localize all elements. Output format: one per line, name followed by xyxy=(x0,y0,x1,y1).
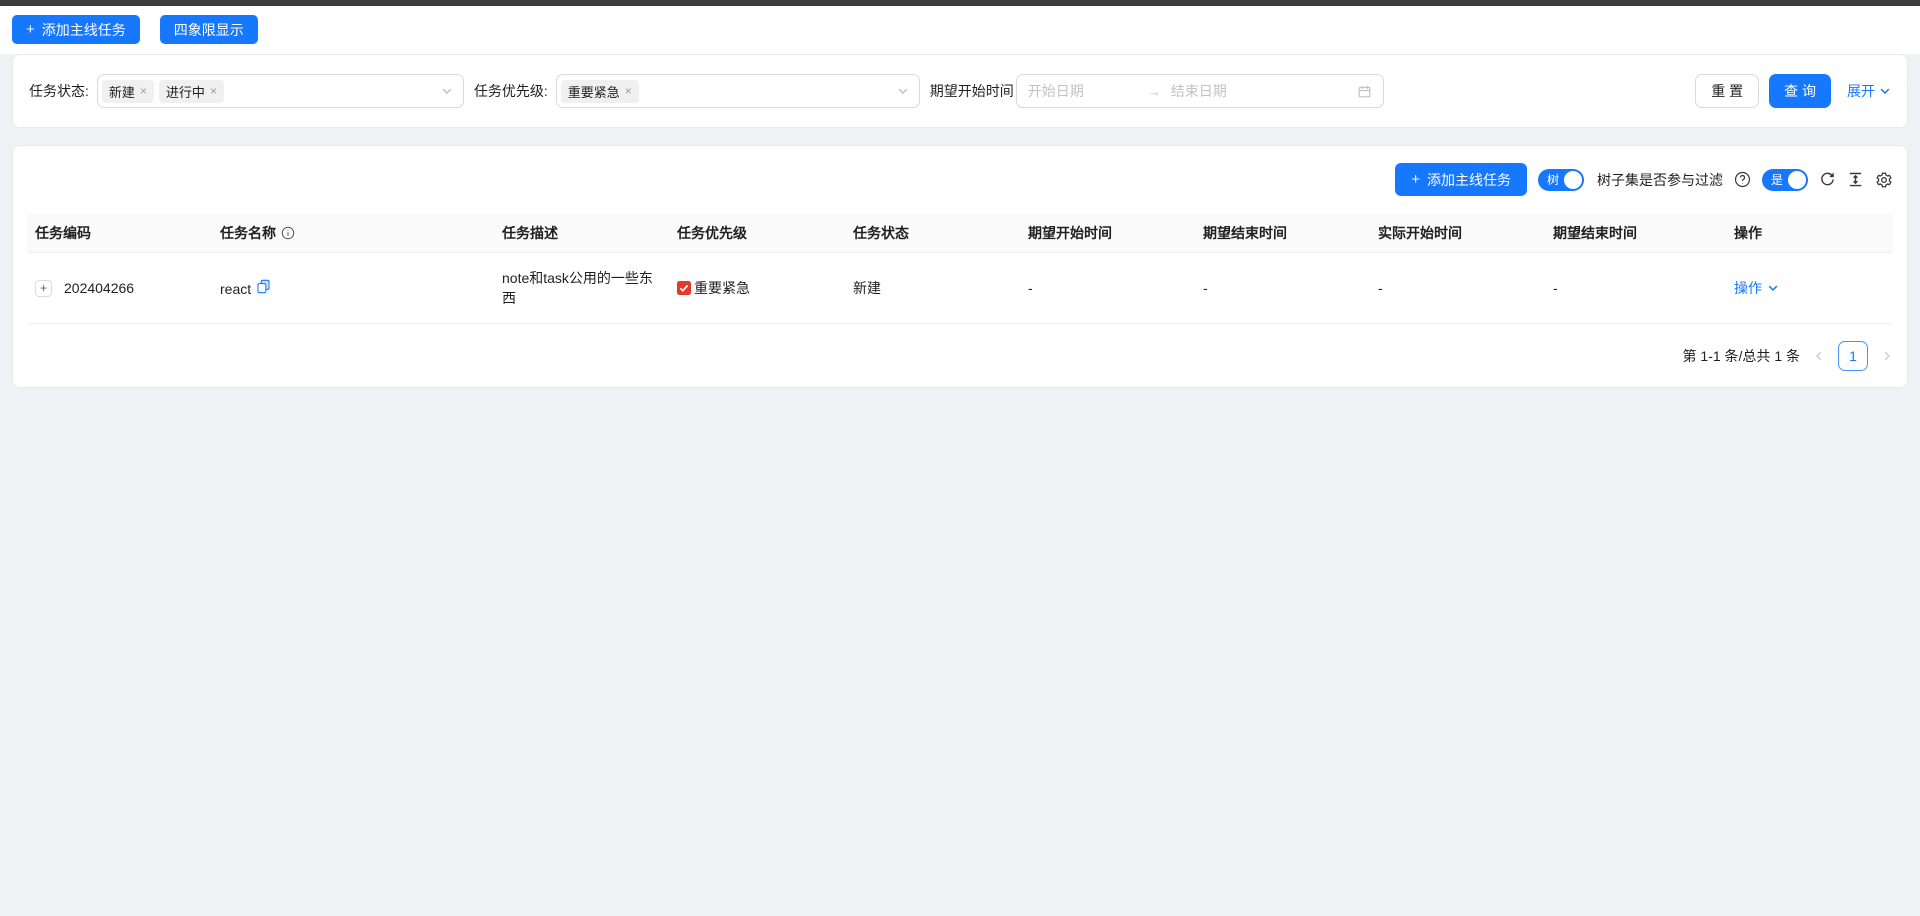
tree-mode-switch[interactable]: 树 xyxy=(1538,169,1584,191)
priority-check-icon xyxy=(677,281,691,295)
previous-page-icon[interactable] xyxy=(1813,350,1825,362)
tag-close-icon[interactable]: × xyxy=(210,85,217,97)
status-select[interactable]: 新建 × 进行中 × xyxy=(97,74,464,108)
header-task-description: 任务描述 xyxy=(494,214,669,253)
cell-task-code: + 202404266 xyxy=(27,253,212,324)
settings-gear-icon[interactable] xyxy=(1875,171,1893,189)
plus-icon: + xyxy=(1411,171,1420,188)
cell-expected-start: - xyxy=(1020,253,1195,324)
chevron-down-icon xyxy=(441,85,453,97)
column-height-icon[interactable] xyxy=(1847,171,1864,188)
header-task-status: 任务状态 xyxy=(845,214,1020,253)
row-expand-button[interactable]: + xyxy=(35,280,52,297)
switch-knob xyxy=(1564,171,1582,189)
add-main-task-table-label: 添加主线任务 xyxy=(1427,170,1511,190)
cell-task-description: note和task公用的一些东西 xyxy=(494,253,669,324)
add-main-task-label: 添加主线任务 xyxy=(42,20,126,40)
info-circle-icon[interactable] xyxy=(281,226,295,240)
calendar-icon xyxy=(1357,84,1372,99)
chevron-down-icon xyxy=(897,85,909,97)
cell-actions: 操作 xyxy=(1726,253,1893,324)
cell-task-priority: 重要紧急 xyxy=(669,253,845,324)
switch-knob xyxy=(1788,171,1806,189)
header-task-priority: 任务优先级 xyxy=(669,214,845,253)
status-filter-label: 任务状态: xyxy=(29,81,89,101)
table-row: + 202404266 react note和task公用的一些东西 xyxy=(27,253,1893,324)
task-code-value: 202404266 xyxy=(64,280,134,296)
task-table-card: + 添加主线任务 树 树子集是否参与过滤 是 xyxy=(12,145,1908,388)
header-expected-end-2: 期望结束时间 xyxy=(1545,214,1726,253)
pagination-total-text: 第 1-1 条/总共 1 条 xyxy=(1683,346,1800,366)
status-tag-new: 新建 × xyxy=(102,80,154,103)
header-expected-end: 期望结束时间 xyxy=(1195,214,1370,253)
header-task-name: 任务名称 xyxy=(212,214,494,253)
cell-actual-start: - xyxy=(1370,253,1545,324)
next-page-icon[interactable] xyxy=(1881,350,1893,362)
page-number-button[interactable]: 1 xyxy=(1838,341,1868,371)
task-table: 任务编码 任务名称 任务描述 任务优先级 任务状态 期望开始时间 期望结束时间 … xyxy=(27,214,1893,324)
cell-task-name: react xyxy=(212,253,494,324)
end-date-input[interactable] xyxy=(1171,83,1289,99)
pagination: 第 1-1 条/总共 1 条 1 xyxy=(27,341,1893,371)
header-actual-start: 实际开始时间 xyxy=(1370,214,1545,253)
cell-expected-end: - xyxy=(1195,253,1370,324)
reset-button[interactable]: 重 置 xyxy=(1695,74,1759,108)
priority-value: 重要紧急 xyxy=(694,278,750,298)
quadrant-display-button[interactable]: 四象限显示 xyxy=(160,15,258,44)
tree-switch-label: 树 xyxy=(1547,171,1559,188)
tag-close-icon[interactable]: × xyxy=(140,85,147,97)
row-action-dropdown[interactable]: 操作 xyxy=(1734,278,1779,298)
copy-icon[interactable] xyxy=(257,279,270,294)
chevron-down-icon xyxy=(1767,282,1779,294)
task-name-value: react xyxy=(220,281,251,297)
tag-close-icon[interactable]: × xyxy=(625,85,632,97)
header-expected-start: 期望开始时间 xyxy=(1020,214,1195,253)
header-actions: 操作 xyxy=(1726,214,1893,253)
chevron-down-icon xyxy=(1879,85,1891,97)
priority-tag-urgent-label: 重要紧急 xyxy=(568,82,620,101)
table-header-row: 任务编码 任务名称 任务描述 任务优先级 任务状态 期望开始时间 期望结束时间 … xyxy=(27,214,1893,253)
filter-card: 任务状态: 新建 × 进行中 × 任务优先级: 重要紧急 × 期望开始时间 → xyxy=(12,54,1908,128)
cell-task-status: 新建 xyxy=(845,253,1020,324)
range-arrow-icon: → xyxy=(1148,84,1161,99)
expected-start-date-range-picker[interactable]: → xyxy=(1016,74,1384,108)
priority-tag-urgent: 重要紧急 × xyxy=(561,80,639,103)
plus-icon: + xyxy=(26,21,35,38)
priority-filter-label: 任务优先级: xyxy=(474,81,548,101)
start-date-input[interactable] xyxy=(1028,83,1146,99)
status-tag-inprogress-label: 进行中 xyxy=(166,82,205,101)
help-circle-icon[interactable] xyxy=(1734,171,1751,188)
add-main-task-button[interactable]: + 添加主线任务 xyxy=(12,15,140,44)
quadrant-display-label: 四象限显示 xyxy=(174,20,244,40)
date-filter-label: 期望开始时间 xyxy=(930,81,1014,101)
status-tag-inprogress: 进行中 × xyxy=(159,80,224,103)
query-button[interactable]: 查 询 xyxy=(1769,74,1831,108)
expand-label: 展开 xyxy=(1847,81,1875,101)
reload-icon[interactable] xyxy=(1819,171,1836,188)
filter-actions: 重 置 查 询 展开 xyxy=(1695,74,1891,108)
priority-select[interactable]: 重要紧急 × xyxy=(556,74,920,108)
top-toolbar: + 添加主线任务 四象限显示 xyxy=(0,6,1920,54)
cell-expected-end-2: - xyxy=(1545,253,1726,324)
add-main-task-button-table[interactable]: + 添加主线任务 xyxy=(1395,163,1527,196)
action-label: 操作 xyxy=(1734,278,1762,298)
header-task-code: 任务编码 xyxy=(27,214,212,253)
tree-filter-yes-switch[interactable]: 是 xyxy=(1762,169,1808,191)
tree-filter-text: 树子集是否参与过滤 xyxy=(1597,170,1723,190)
yes-switch-label: 是 xyxy=(1771,171,1783,188)
expand-link[interactable]: 展开 xyxy=(1847,81,1891,101)
table-toolbar: + 添加主线任务 树 树子集是否参与过滤 是 xyxy=(27,163,1893,196)
status-tag-new-label: 新建 xyxy=(109,82,135,101)
